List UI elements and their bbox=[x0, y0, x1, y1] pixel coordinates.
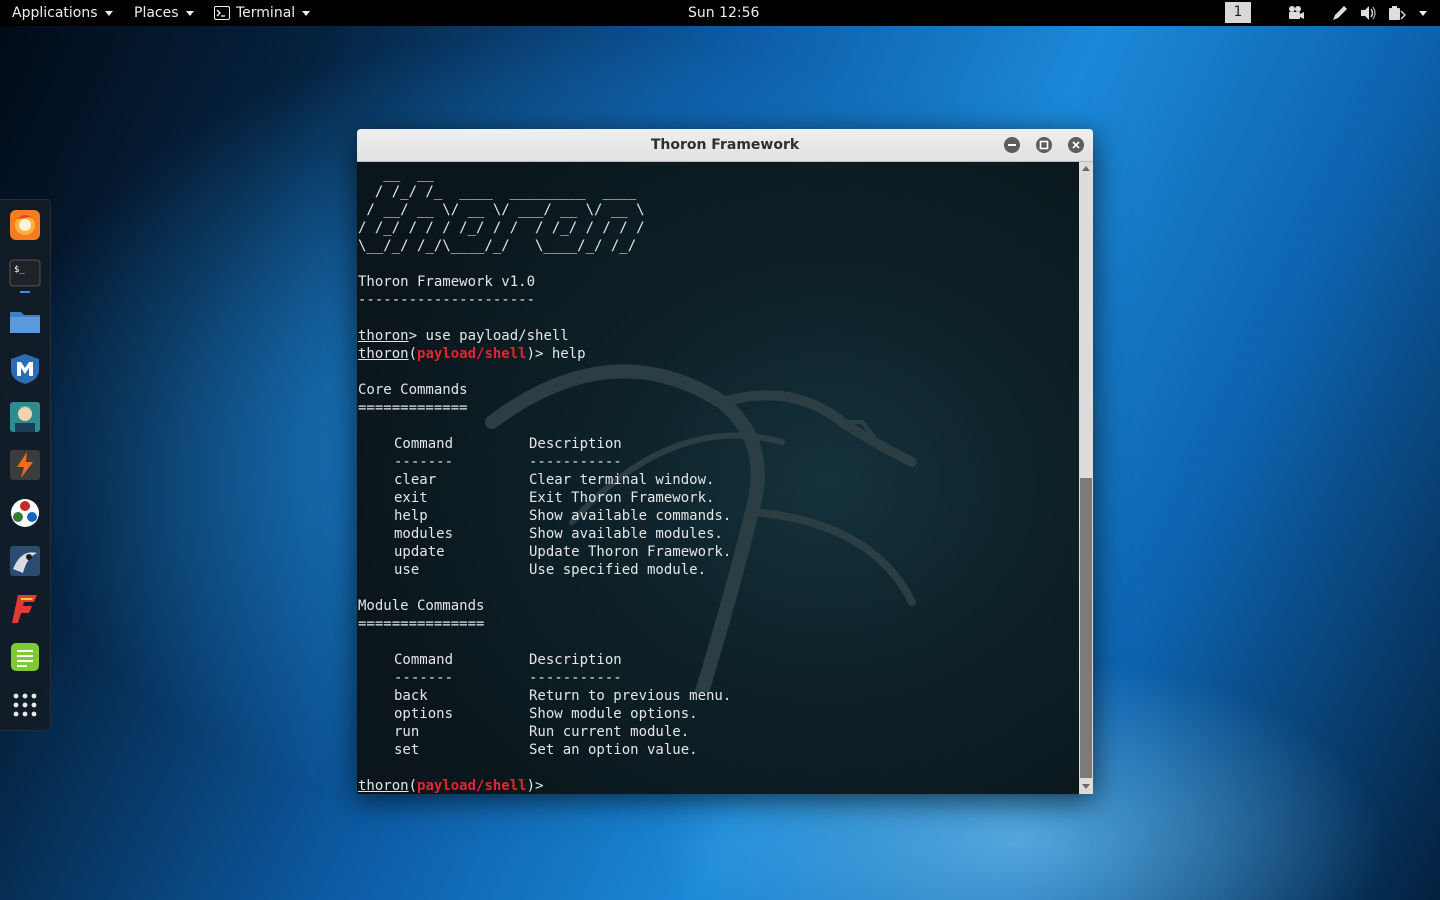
dash-dock: $_ bbox=[0, 199, 51, 731]
window-title: Thoron Framework bbox=[650, 137, 800, 153]
module-command-name: options bbox=[394, 706, 454, 722]
module-command-desc: Set an option value. bbox=[529, 742, 698, 758]
video-camera-icon[interactable] bbox=[1287, 5, 1305, 21]
module-command-desc: Return to previous menu. bbox=[529, 688, 732, 704]
maltego-icon[interactable] bbox=[9, 497, 41, 529]
places-menu[interactable]: Places bbox=[134, 0, 194, 26]
prompt-module: payload/shell bbox=[417, 778, 527, 794]
prompt-name: thoron bbox=[358, 778, 409, 794]
terminal-window[interactable]: Thoron Framework __ __ / /_/ /_ ____ ___… bbox=[357, 129, 1093, 794]
pen-icon[interactable] bbox=[1331, 5, 1349, 21]
banner-line: \__/_/ /_/\____/_/ \____/_/ /_/ bbox=[358, 238, 637, 254]
banner-line: / __/ __ \/ __ \/ ___/ __ \/ __ \ bbox=[358, 202, 645, 218]
scrollbar-thumb[interactable] bbox=[1080, 478, 1092, 778]
section-rule: ============= bbox=[358, 400, 468, 416]
minimize-icon bbox=[1008, 144, 1016, 146]
volume-icon[interactable] bbox=[1360, 5, 1378, 21]
scroll-down-icon[interactable] bbox=[1082, 784, 1090, 789]
prompt-name: thoron bbox=[358, 328, 409, 344]
core-command-desc: Exit Thoron Framework. bbox=[529, 490, 715, 506]
terminal-scrollbar[interactable] bbox=[1079, 162, 1093, 794]
maximize-icon bbox=[1039, 140, 1049, 150]
window-titlebar[interactable]: Thoron Framework bbox=[357, 129, 1093, 162]
close-button[interactable] bbox=[1068, 137, 1084, 153]
beef-icon[interactable] bbox=[9, 545, 41, 577]
top-panel: Applications Places Terminal Sun 12:56 1 bbox=[0, 0, 1440, 26]
section-rule: =============== bbox=[358, 616, 485, 632]
col-header-command: Command bbox=[394, 436, 454, 452]
module-command-name: run bbox=[394, 724, 420, 740]
firefox-icon[interactable] bbox=[9, 209, 41, 241]
command-line: thoron(payload/shell)> help bbox=[358, 346, 586, 362]
col-header-description: Description bbox=[529, 652, 622, 668]
files-icon[interactable] bbox=[9, 305, 41, 337]
core-command-name: modules bbox=[394, 526, 454, 542]
show-applications-icon[interactable] bbox=[9, 689, 41, 721]
applications-label: Applications bbox=[12, 5, 98, 21]
terminal-output[interactable]: __ __ / /_/ /_ ____ _________ ____ / __/… bbox=[357, 162, 1079, 794]
metasploit-icon[interactable] bbox=[9, 353, 41, 385]
workspace-indicator[interactable]: 1 bbox=[1225, 2, 1251, 23]
banner-line: / /_/ /_ ____ _________ ____ bbox=[358, 184, 637, 200]
chevron-down-icon bbox=[302, 10, 311, 16]
terminal-app-menu[interactable]: Terminal bbox=[214, 0, 311, 26]
section-title: Core Commands bbox=[358, 382, 468, 398]
close-icon bbox=[1072, 141, 1080, 149]
core-command-name: update bbox=[394, 544, 445, 560]
burpsuite-icon[interactable] bbox=[9, 449, 41, 481]
armitage-icon[interactable] bbox=[9, 401, 41, 433]
core-command-name: use bbox=[394, 562, 420, 578]
terminal-small-icon bbox=[214, 6, 230, 20]
core-command-name: clear bbox=[394, 472, 437, 488]
core-command-desc: Show available modules. bbox=[529, 526, 723, 542]
banner-line: __ __ bbox=[358, 166, 434, 182]
prompt-name: thoron bbox=[358, 346, 409, 362]
scroll-up-icon[interactable] bbox=[1082, 166, 1090, 171]
module-command-desc: Run current module. bbox=[529, 724, 690, 740]
core-command-desc: Show available commands. bbox=[529, 508, 732, 524]
applications-menu[interactable]: Applications bbox=[12, 0, 113, 26]
module-command-name: back bbox=[394, 688, 428, 704]
col-rule-command: ------- bbox=[394, 454, 454, 470]
battery-power-icon[interactable] bbox=[1388, 5, 1406, 21]
faraday-icon[interactable] bbox=[9, 593, 41, 625]
places-label: Places bbox=[134, 5, 179, 21]
prompt-module: payload/shell bbox=[417, 346, 527, 362]
module-command-desc: Show module options. bbox=[529, 706, 698, 722]
col-header-command: Command bbox=[394, 652, 454, 668]
col-rule-description: ----------- bbox=[529, 454, 622, 470]
running-indicator bbox=[20, 291, 30, 293]
command-line: thoron> use payload/shell bbox=[358, 328, 569, 344]
text-cursor bbox=[543, 777, 552, 793]
text-editor-icon[interactable] bbox=[9, 641, 41, 673]
version-line: Thoron Framework v1.0 bbox=[358, 274, 536, 290]
clock-label: Sun 12:56 bbox=[688, 5, 760, 21]
minimize-button[interactable] bbox=[1004, 137, 1020, 153]
module-command-name: set bbox=[394, 742, 420, 758]
svg-text:$_: $_ bbox=[14, 265, 25, 275]
col-rule-command: ------- bbox=[394, 670, 454, 686]
col-header-description: Description bbox=[529, 436, 622, 452]
core-command-desc: Update Thoron Framework. bbox=[529, 544, 732, 560]
version-rule: --------------------- bbox=[358, 292, 536, 308]
core-command-desc: Use specified module. bbox=[529, 562, 707, 578]
chevron-down-icon bbox=[185, 10, 194, 16]
col-rule-description: ----------- bbox=[529, 670, 622, 686]
section-title: Module Commands bbox=[358, 598, 485, 614]
core-command-desc: Clear terminal window. bbox=[529, 472, 715, 488]
core-command-name: help bbox=[394, 508, 428, 524]
terminal-menu-label: Terminal bbox=[236, 5, 296, 21]
banner-line: / /_/ / / / /_/ / / / /_/ / / / / bbox=[358, 220, 645, 236]
chevron-down-icon bbox=[104, 10, 113, 16]
command-text: help bbox=[543, 346, 586, 362]
terminal-icon[interactable]: $_ bbox=[9, 257, 41, 289]
command-text: use payload/shell bbox=[417, 328, 569, 344]
maximize-button[interactable] bbox=[1036, 137, 1052, 153]
system-menu-chevron-icon[interactable] bbox=[1419, 11, 1427, 16]
clock[interactable]: Sun 12:56 bbox=[688, 0, 759, 26]
active-prompt-line[interactable]: thoron(payload/shell)> bbox=[358, 777, 552, 794]
core-command-name: exit bbox=[394, 490, 428, 506]
